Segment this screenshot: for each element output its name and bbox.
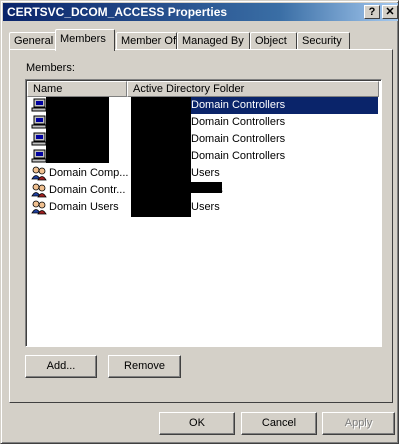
redaction-block: [186, 182, 222, 193]
list-item[interactable]: Domain Users Users: [28, 199, 378, 216]
tab-member-of[interactable]: Member Of: [116, 32, 177, 50]
computer-icon: [31, 149, 47, 164]
member-folder: Domain Controllers: [191, 150, 286, 162]
group-icon: [31, 166, 47, 181]
group-icon: [31, 200, 47, 215]
redaction-block: [131, 97, 191, 217]
ok-button[interactable]: OK: [159, 412, 235, 435]
column-header-name[interactable]: Name: [27, 81, 127, 97]
tab-managed-by[interactable]: Managed By: [177, 32, 250, 50]
member-folder: Domain Controllers: [191, 116, 286, 128]
tab-object[interactable]: Object: [250, 32, 297, 50]
tab-general[interactable]: General: [9, 32, 56, 50]
close-button[interactable]: ✕: [382, 5, 398, 19]
ok-button-label: OK: [189, 417, 205, 429]
apply-button[interactable]: Apply: [322, 412, 395, 435]
redaction-block: [46, 97, 109, 163]
computer-icon: [31, 98, 47, 113]
tab-security[interactable]: Security: [297, 32, 350, 50]
tab-members[interactable]: Members: [55, 29, 115, 51]
member-name: Domain Users: [49, 201, 119, 213]
members-label: Members:: [26, 62, 75, 74]
apply-button-label: Apply: [344, 417, 373, 429]
window-title: CERTSVC_DCOM_ACCESS Properties: [7, 5, 228, 19]
help-button[interactable]: ?: [364, 5, 380, 19]
member-folder: Users: [191, 167, 220, 179]
group-icon: [31, 183, 47, 198]
properties-dialog: CERTSVC_DCOM_ACCESS Properties ? ✕ Gener…: [0, 0, 399, 444]
column-header-folder[interactable]: Active Directory Folder: [127, 81, 379, 97]
member-folder: Users: [191, 201, 220, 213]
cancel-button[interactable]: Cancel: [241, 412, 317, 435]
add-button-label: Add...: [46, 360, 76, 372]
members-list[interactable]: Name Active Directory Folder Domain Cont…: [25, 79, 382, 347]
member-name: Domain Comp...: [49, 167, 129, 179]
member-folder: Domain Controllers: [191, 133, 286, 145]
member-name: Domain Contr...: [49, 184, 126, 196]
title-bar[interactable]: CERTSVC_DCOM_ACCESS Properties ? ✕: [3, 3, 398, 21]
list-item[interactable]: Domain Comp... Users: [28, 165, 378, 182]
computer-icon: [31, 132, 47, 147]
add-button[interactable]: Add...: [25, 355, 97, 378]
computer-icon: [31, 115, 47, 130]
cancel-button-label: Cancel: [261, 417, 297, 429]
remove-button[interactable]: Remove: [108, 355, 181, 378]
remove-button-label: Remove: [124, 360, 165, 372]
